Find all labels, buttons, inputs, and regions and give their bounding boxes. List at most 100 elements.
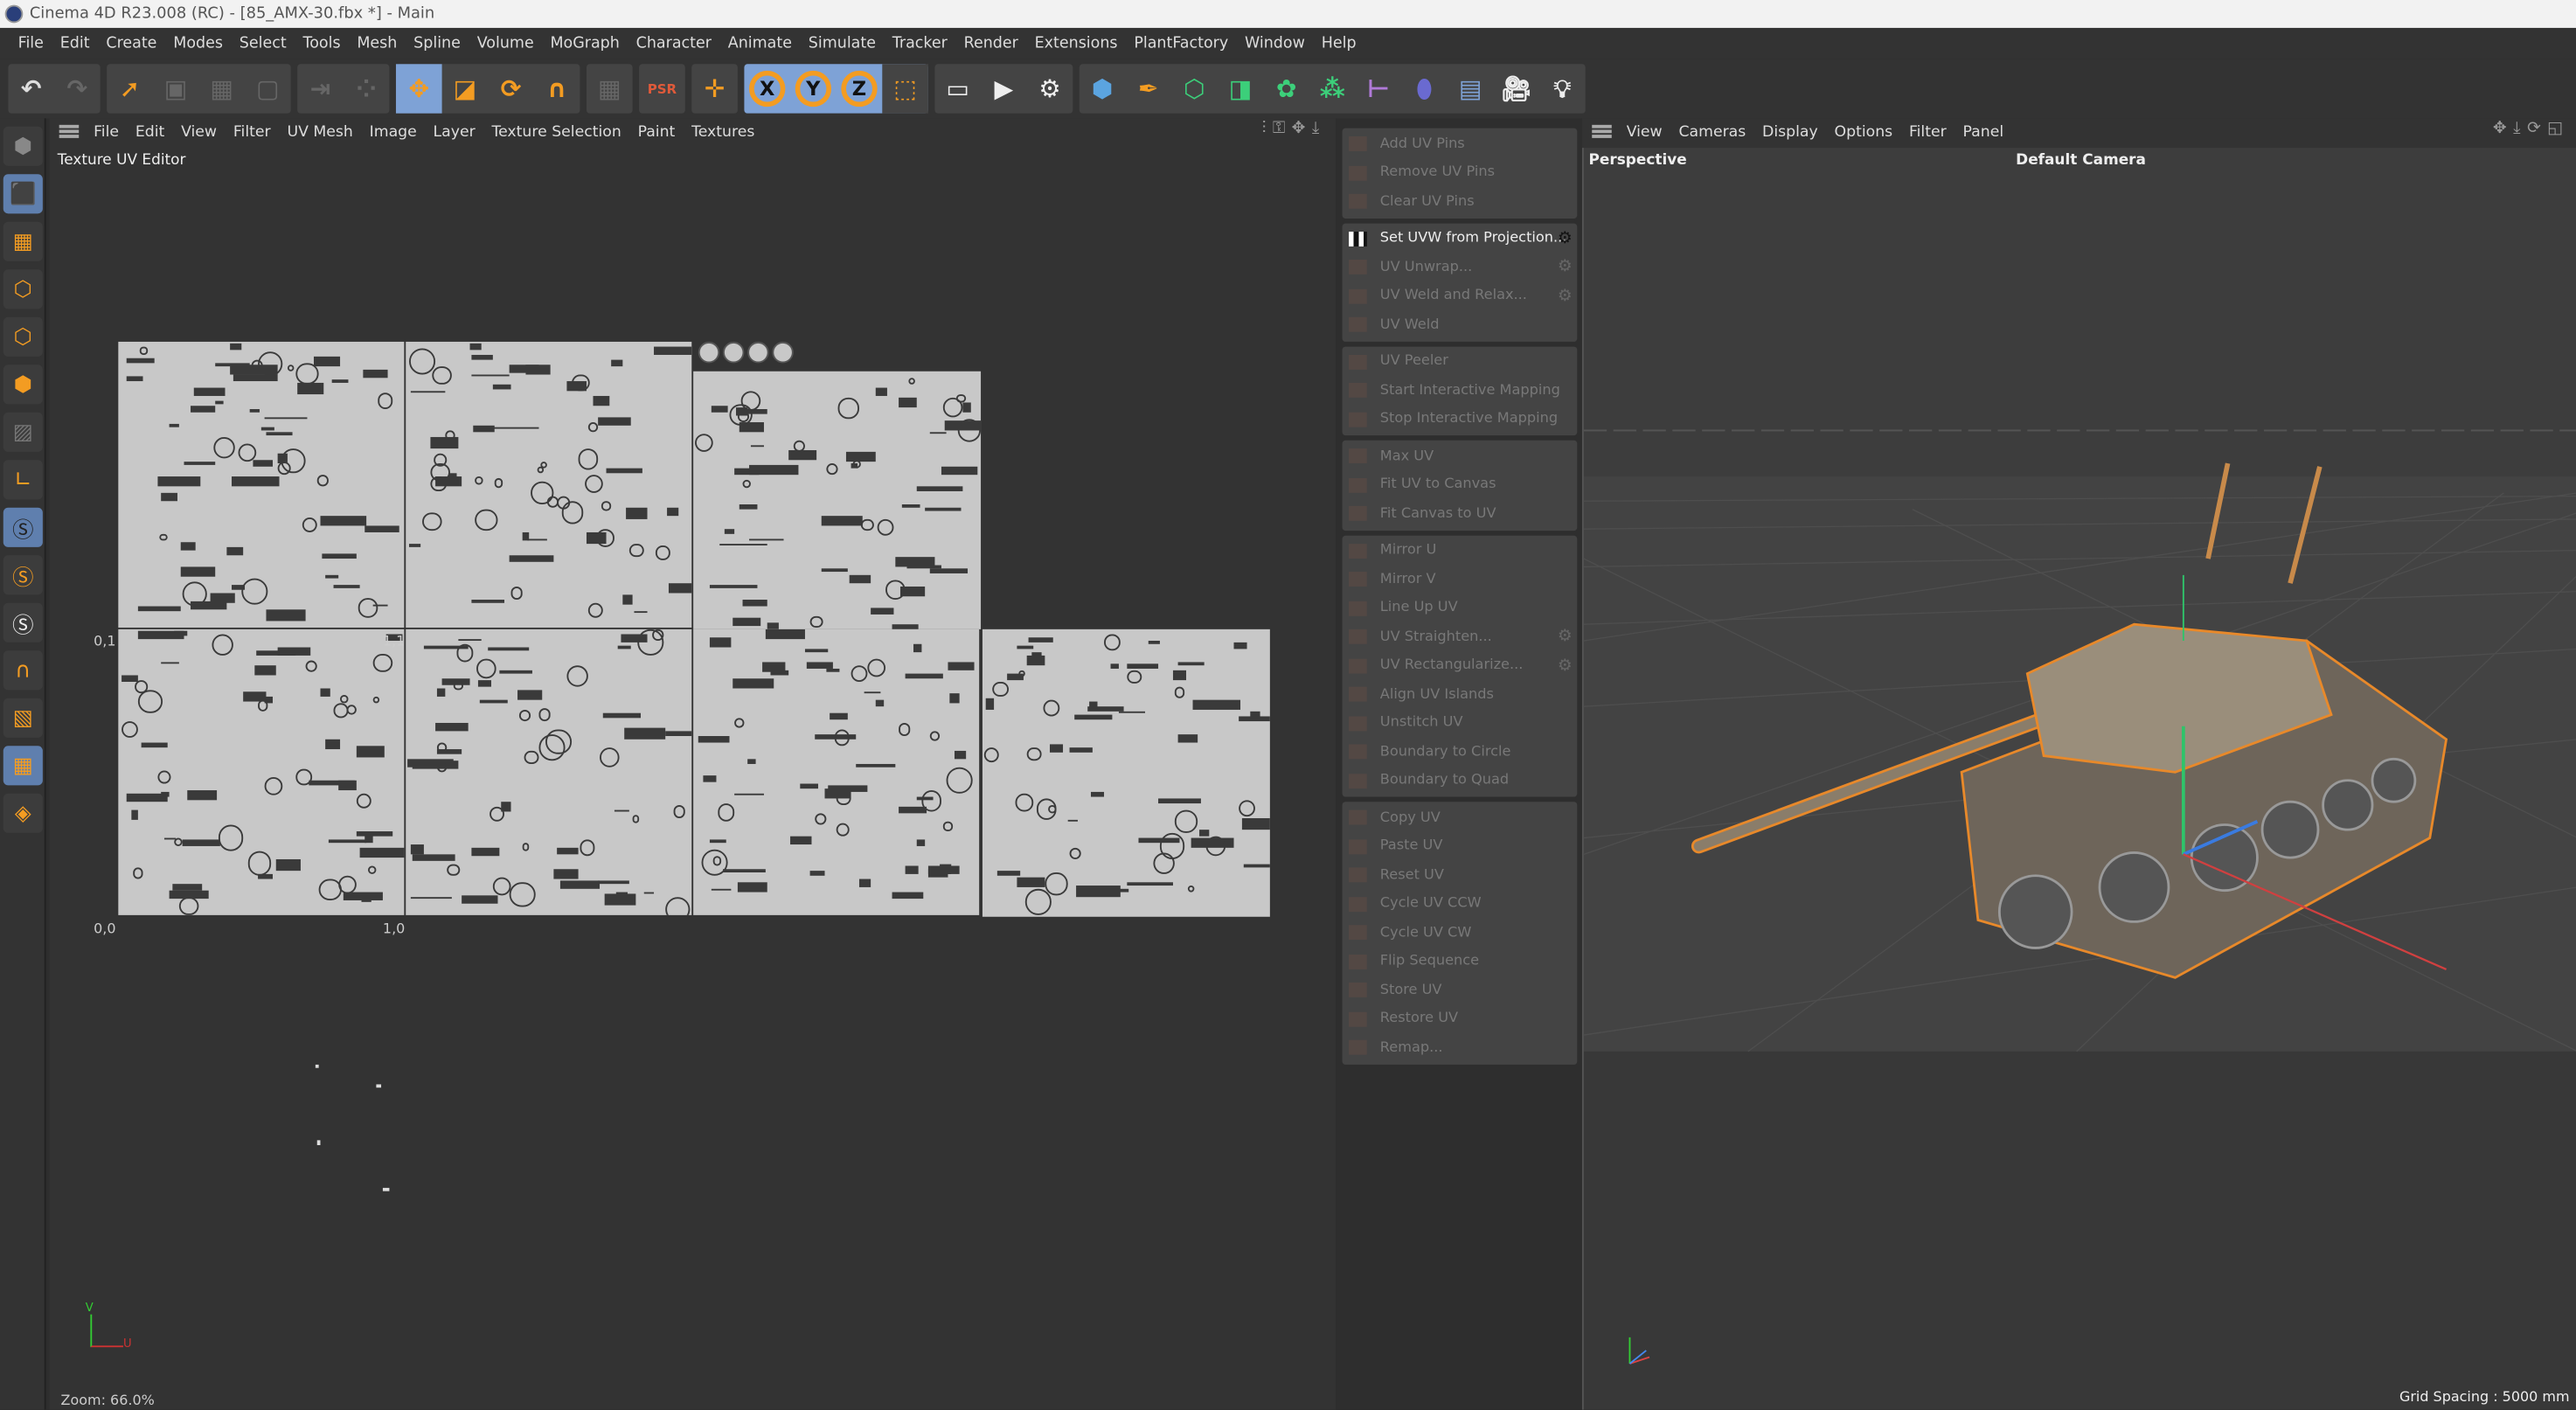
light-icon[interactable]: 💡︎ (1539, 64, 1586, 113)
polygons-mode-icon[interactable]: ⬢ (3, 365, 43, 405)
menu-edit[interactable]: Edit (52, 34, 98, 52)
command-restore-uv[interactable]: Restore UV (1343, 1004, 1578, 1033)
menu-simulate[interactable]: Simulate (800, 34, 884, 52)
tweak-icon[interactable]: ∩ (3, 650, 43, 691)
coordinate-system-icon[interactable]: ⬚ (882, 64, 928, 114)
axis-z-lock[interactable]: Z (837, 64, 883, 113)
make-editable-icon[interactable]: ⬢ (3, 126, 43, 166)
psr-icon[interactable]: PSR (639, 64, 685, 113)
command-reset-uv[interactable]: Reset UV (1343, 861, 1578, 890)
command-flip-sequence[interactable]: Flip Sequence (1343, 948, 1578, 976)
command-uv-weld-and-relax[interactable]: UV Weld and Relax... ⚙ (1343, 281, 1578, 310)
live-select-icon[interactable]: ▦ (198, 64, 245, 113)
snap-settings-icon[interactable]: Ⓢ (3, 555, 43, 595)
gear-icon[interactable]: ⚙ (1558, 656, 1573, 675)
command-uv-weld[interactable]: UV Weld (1343, 310, 1578, 339)
uv-menu-paint[interactable]: Paint (629, 122, 684, 141)
uv-menu-image[interactable]: Image (361, 122, 425, 141)
convert-icon[interactable]: ⇥ (297, 64, 344, 113)
viewport-menu-panel[interactable]: Panel (1955, 122, 2011, 141)
menu-help[interactable]: Help (1313, 34, 1364, 52)
command-cycle-uv-cw[interactable]: Cycle UV CW (1343, 919, 1578, 948)
dots-icon[interactable]: ⁘ (344, 64, 390, 113)
uv-canvas[interactable] (49, 161, 1336, 1401)
workplane-grid-icon[interactable]: ▦ (3, 746, 43, 786)
model-mode-icon[interactable]: ⬛ (3, 174, 43, 214)
menu-spline[interactable]: Spline (406, 34, 469, 52)
command-boundary-to-quad[interactable]: Boundary to Quad (1343, 767, 1578, 795)
command-fit-uv-to-canvas[interactable]: Fit UV to Canvas (1343, 470, 1578, 499)
command-boundary-to-circle[interactable]: Boundary to Circle (1343, 738, 1578, 767)
floor-icon[interactable]: ▤ (1448, 64, 1494, 113)
deformer-icon[interactable]: ⊢ (1356, 64, 1402, 113)
command-start-interactive-mapping[interactable]: Start Interactive Mapping (1343, 376, 1578, 405)
box-select-icon[interactable]: ▣ (153, 64, 199, 113)
3d-viewport[interactable]: Perspective Default Camera Grid Spacing … (1581, 148, 2576, 1410)
command-max-uv[interactable]: Max UV (1343, 442, 1578, 471)
command-cycle-uv-ccw[interactable]: Cycle UV CCW (1343, 890, 1578, 919)
viewport-menu-options[interactable]: Options (1826, 122, 1900, 141)
uv-menu-file[interactable]: File (86, 122, 128, 141)
subdivision-icon[interactable]: ⬡ (1171, 64, 1218, 113)
command-add-uv-pins[interactable]: Add UV Pins (1343, 129, 1578, 158)
command-stop-interactive-mapping[interactable]: Stop Interactive Mapping (1343, 405, 1578, 434)
menu-volume[interactable]: Volume (469, 34, 542, 52)
cube-icon[interactable]: ⬢ (1080, 64, 1126, 113)
command-paste-uv[interactable]: Paste UV (1343, 832, 1578, 861)
snap-icon[interactable]: Ⓢ (3, 507, 43, 547)
command-line-up-uv[interactable]: Line Up UV (1343, 594, 1578, 622)
axis-x-lock[interactable]: X (744, 64, 790, 113)
move-tool-icon[interactable]: ✥ (395, 64, 442, 114)
command-align-uv-islands[interactable]: Align UV Islands (1343, 680, 1578, 709)
command-remap[interactable]: Remap... (1343, 1033, 1578, 1062)
uv-menu-texture-selection[interactable]: Texture Selection (483, 122, 629, 141)
extrude-icon[interactable]: ◨ (1218, 64, 1264, 113)
panel-menu-icon[interactable] (59, 124, 80, 138)
command-uv-peeler[interactable]: UV Peeler (1343, 348, 1578, 377)
points-mode-icon[interactable]: ⬡ (3, 269, 43, 309)
select-tool-icon[interactable]: ➚ (107, 64, 153, 113)
command-uv-unwrap[interactable]: UV Unwrap... ⚙ (1343, 253, 1578, 281)
workplane-icon[interactable]: ▧ (3, 698, 43, 738)
command-mirror-u[interactable]: Mirror U (1343, 537, 1578, 566)
axis-y-lock[interactable]: Y (790, 64, 837, 113)
menu-create[interactable]: Create (98, 34, 165, 52)
viewport-menu-display[interactable]: Display (1754, 122, 1826, 141)
axis-move-icon[interactable]: ✛ (691, 64, 738, 113)
rotate-tool-icon[interactable]: ⟳ (488, 64, 534, 113)
menu-tracker[interactable]: Tracker (884, 34, 955, 52)
command-uv-straighten[interactable]: UV Straighten... ⚙ (1343, 622, 1578, 651)
menu-animate[interactable]: Animate (719, 34, 800, 52)
locked-workplane-icon[interactable]: ◈ (3, 793, 43, 833)
command-copy-uv[interactable]: Copy UV (1343, 803, 1578, 832)
viewport-menu-cameras[interactable]: Cameras (1670, 122, 1754, 141)
texture-mode-icon[interactable]: ▦ (3, 221, 43, 261)
menu-select[interactable]: Select (231, 34, 295, 52)
snap-workplane-icon[interactable]: Ⓢ (3, 602, 43, 642)
command-remove-uv-pins[interactable]: Remove UV Pins (1343, 158, 1578, 187)
uv-menu-view[interactable]: View (173, 122, 226, 141)
command-mirror-v[interactable]: Mirror V (1343, 566, 1578, 594)
viewport-menu-view[interactable]: View (1618, 122, 1670, 141)
command-clear-uv-pins[interactable]: Clear UV Pins (1343, 187, 1578, 216)
redo-icon[interactable]: ↷ (54, 64, 101, 113)
mograph-icon[interactable]: ⁂ (1309, 64, 1356, 113)
uv-menu-layer[interactable]: Layer (425, 122, 483, 141)
menu-render[interactable]: Render (955, 34, 1026, 52)
camera-icon[interactable]: 🎥︎ (1493, 64, 1539, 113)
pen-icon[interactable]: ✒ (1125, 64, 1171, 113)
edges-mode-icon[interactable]: ⬡ (3, 316, 43, 357)
viewport-nav-icons[interactable]: ✥⤓⟳◱ (2493, 120, 2570, 138)
menu-window[interactable]: Window (1237, 34, 1314, 52)
axis-mode-icon[interactable]: ∟ (3, 460, 43, 500)
cloner-icon[interactable]: ✿ (1263, 64, 1309, 113)
uv-menu-filter[interactable]: Filter (225, 122, 279, 141)
command-unstitch-uv[interactable]: Unstitch UV (1343, 709, 1578, 738)
render-settings-icon[interactable]: ⚙ (1027, 64, 1073, 113)
render-picture-viewer-icon[interactable]: ▶ (981, 64, 1027, 113)
magnet-icon[interactable]: ∩ (534, 64, 580, 113)
command-set-uvw-from-projection[interactable]: Set UVW from Projection... ⚙ (1343, 225, 1578, 254)
gear-icon[interactable]: ⚙ (1558, 287, 1573, 305)
command-store-uv[interactable]: Store UV (1343, 976, 1578, 1004)
uv-menu-edit[interactable]: Edit (127, 122, 172, 141)
